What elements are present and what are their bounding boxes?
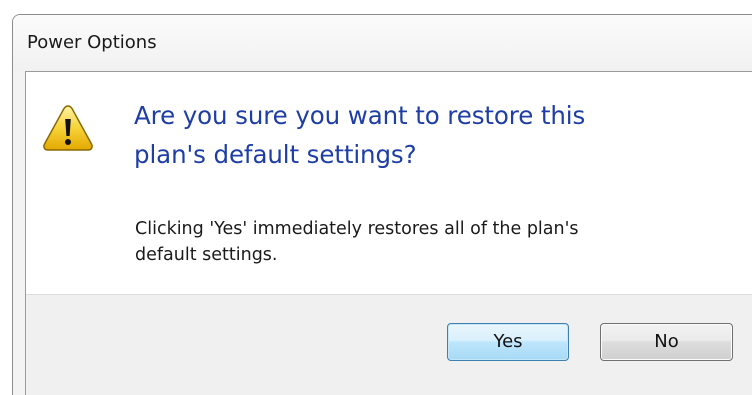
dialog-content: Are you sure you want to restore this pl… [25,71,752,395]
main-instruction-line-2: plan's default settings? [134,140,417,169]
content-text-line-1: Clicking 'Yes' immediately restores all … [135,219,579,239]
title-bar[interactable]: Power Options [13,15,752,71]
window-title: Power Options [27,32,157,53]
yes-button[interactable]: Yes [447,323,569,361]
warning-icon [42,104,94,152]
main-instruction-line-1: Are you sure you want to restore this [134,101,586,130]
content-text-line-2: default settings. [135,245,278,265]
no-button[interactable]: No [600,323,733,361]
power-options-dialog: Power Options Are you sure you want to r… [12,14,752,395]
button-footer: Yes No [26,294,752,395]
main-instruction: Are you sure you want to restore this pl… [134,96,734,174]
content-text: Clicking 'Yes' immediately restores all … [135,216,735,268]
